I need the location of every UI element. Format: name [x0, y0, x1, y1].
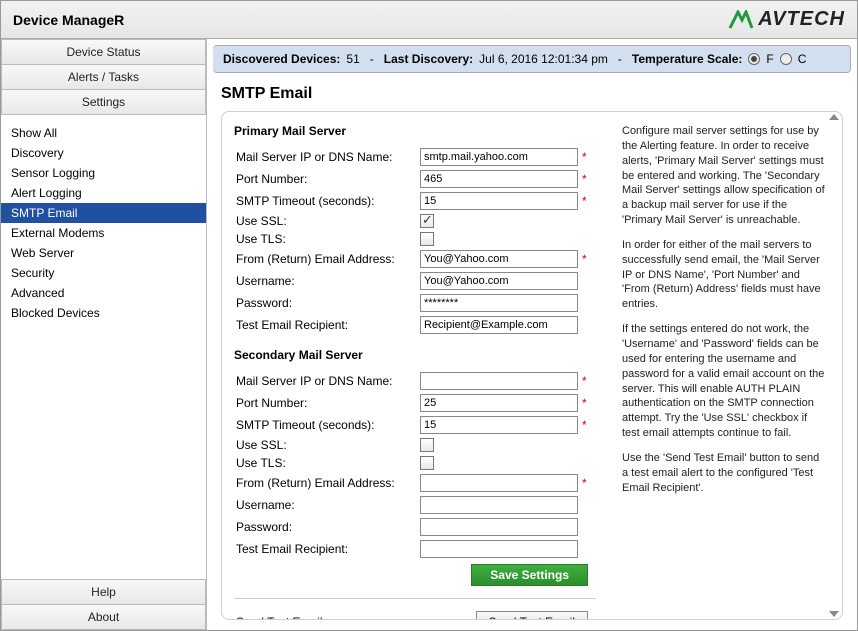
- help-paragraph: In order for either of the mail servers …: [622, 238, 826, 312]
- temperature-scale-label: Temperature Scale:: [632, 52, 743, 66]
- secondary-test-recipient-label: Test Email Recipient:: [232, 542, 420, 556]
- primary-ssl-label: Use SSL:: [232, 214, 420, 228]
- discovered-devices-value: 51: [346, 52, 359, 66]
- secondary-username-input[interactable]: [420, 496, 578, 514]
- scroll-indicator[interactable]: [828, 114, 840, 617]
- brand-logo: AVTECH: [728, 8, 845, 31]
- sidebar-item-security[interactable]: Security: [1, 263, 206, 283]
- last-discovery-value: Jul 6, 2016 12:01:34 pm: [479, 52, 608, 66]
- required-marker: *: [578, 374, 588, 388]
- help-paragraph: Use the 'Send Test Email' button to send…: [622, 451, 826, 496]
- primary-port-input[interactable]: [420, 170, 578, 188]
- sidebar-item-alert-logging[interactable]: Alert Logging: [1, 183, 206, 203]
- sidebar-item-sensor-logging[interactable]: Sensor Logging: [1, 163, 206, 183]
- secondary-timeout-label: SMTP Timeout (seconds):: [232, 418, 420, 432]
- send-test-email-label: Send Test Email:: [232, 615, 420, 620]
- page-title: SMTP Email: [207, 73, 857, 111]
- info-bar: Discovered Devices: 51 - Last Discovery:…: [213, 45, 851, 73]
- required-marker: *: [578, 150, 588, 164]
- secondary-tls-checkbox[interactable]: [420, 456, 434, 470]
- sidebar-menu: Show All Discovery Sensor Logging Alert …: [1, 115, 206, 579]
- required-marker: *: [578, 194, 588, 208]
- secondary-host-input[interactable]: [420, 372, 578, 390]
- form-column: Primary Mail Server Mail Server IP or DN…: [232, 124, 608, 611]
- brand-logo-text: AVTECH: [758, 8, 845, 31]
- settings-panel: Primary Mail Server Mail Server IP or DN…: [221, 111, 843, 620]
- sidebar: Device Status Alerts / Tasks Settings Sh…: [1, 39, 207, 630]
- primary-password-input[interactable]: [420, 294, 578, 312]
- sidebar-footer: Help About: [1, 579, 206, 630]
- required-marker: *: [578, 252, 588, 266]
- secondary-password-label: Password:: [232, 520, 420, 534]
- separator: -: [370, 52, 374, 66]
- sidebar-item-discovery[interactable]: Discovery: [1, 143, 206, 163]
- primary-from-input[interactable]: [420, 250, 578, 268]
- app-title: Device ManageR: [13, 12, 124, 28]
- app-header: Device ManageR AVTECH: [1, 1, 857, 39]
- secondary-from-label: From (Return) Email Address:: [232, 476, 420, 490]
- secondary-ssl-label: Use SSL:: [232, 438, 420, 452]
- required-marker: *: [578, 396, 588, 410]
- brand-logo-icon: [728, 10, 754, 30]
- primary-host-input[interactable]: [420, 148, 578, 166]
- sidebar-item-smtp-email[interactable]: SMTP Email: [1, 203, 206, 223]
- required-marker: *: [578, 418, 588, 432]
- help-paragraph: If the settings entered do not work, the…: [622, 322, 826, 441]
- temp-scale-f-radio[interactable]: [748, 53, 760, 65]
- required-marker: *: [578, 476, 588, 490]
- sidebar-item-show-all[interactable]: Show All: [1, 123, 206, 143]
- secondary-password-input[interactable]: [420, 518, 578, 536]
- scroll-up-icon[interactable]: [829, 114, 839, 120]
- save-settings-button[interactable]: Save Settings: [471, 564, 588, 586]
- secondary-timeout-input[interactable]: [420, 416, 578, 434]
- primary-ssl-checkbox[interactable]: [420, 214, 434, 228]
- help-text-column: Configure mail server settings for use b…: [608, 124, 832, 611]
- primary-from-label: From (Return) Email Address:: [232, 252, 420, 266]
- sidebar-item-web-server[interactable]: Web Server: [1, 243, 206, 263]
- primary-tls-label: Use TLS:: [232, 232, 420, 246]
- secondary-port-input[interactable]: [420, 394, 578, 412]
- primary-tls-checkbox[interactable]: [420, 232, 434, 246]
- discovered-devices-label: Discovered Devices:: [223, 52, 340, 66]
- sidebar-section-device-status[interactable]: Device Status: [1, 39, 206, 65]
- secondary-tls-label: Use TLS:: [232, 456, 420, 470]
- send-test-email-button[interactable]: Send Test Email: [476, 611, 589, 620]
- scroll-down-icon[interactable]: [829, 611, 839, 617]
- primary-timeout-input[interactable]: [420, 192, 578, 210]
- secondary-from-input[interactable]: [420, 474, 578, 492]
- secondary-ssl-checkbox[interactable]: [420, 438, 434, 452]
- secondary-username-label: Username:: [232, 498, 420, 512]
- secondary-test-recipient-input[interactable]: [420, 540, 578, 558]
- last-discovery-label: Last Discovery:: [384, 52, 473, 66]
- sidebar-sections: Device Status Alerts / Tasks Settings: [1, 39, 206, 115]
- primary-username-input[interactable]: [420, 272, 578, 290]
- main-area: Discovered Devices: 51 - Last Discovery:…: [207, 39, 857, 630]
- divider: [234, 598, 596, 599]
- sidebar-item-external-modems[interactable]: External Modems: [1, 223, 206, 243]
- help-button[interactable]: Help: [1, 580, 206, 605]
- sidebar-item-blocked-devices[interactable]: Blocked Devices: [1, 303, 206, 323]
- primary-test-recipient-label: Test Email Recipient:: [232, 318, 420, 332]
- sidebar-section-settings[interactable]: Settings: [1, 90, 206, 115]
- required-marker: *: [578, 172, 588, 186]
- sidebar-section-alerts-tasks[interactable]: Alerts / Tasks: [1, 65, 206, 90]
- about-button[interactable]: About: [1, 605, 206, 630]
- secondary-host-label: Mail Server IP or DNS Name:: [232, 374, 420, 388]
- primary-host-label: Mail Server IP or DNS Name:: [232, 150, 420, 164]
- primary-username-label: Username:: [232, 274, 420, 288]
- primary-test-recipient-input[interactable]: [420, 316, 578, 334]
- separator: -: [618, 52, 622, 66]
- secondary-port-label: Port Number:: [232, 396, 420, 410]
- primary-section-title: Primary Mail Server: [232, 124, 598, 146]
- primary-timeout-label: SMTP Timeout (seconds):: [232, 194, 420, 208]
- temp-scale-c-label: C: [798, 52, 807, 66]
- help-paragraph: Configure mail server settings for use b…: [622, 124, 826, 228]
- primary-password-label: Password:: [232, 296, 420, 310]
- temp-scale-f-label: F: [766, 52, 773, 66]
- sidebar-item-advanced[interactable]: Advanced: [1, 283, 206, 303]
- primary-port-label: Port Number:: [232, 172, 420, 186]
- secondary-section-title: Secondary Mail Server: [232, 336, 598, 370]
- temp-scale-c-radio[interactable]: [780, 53, 792, 65]
